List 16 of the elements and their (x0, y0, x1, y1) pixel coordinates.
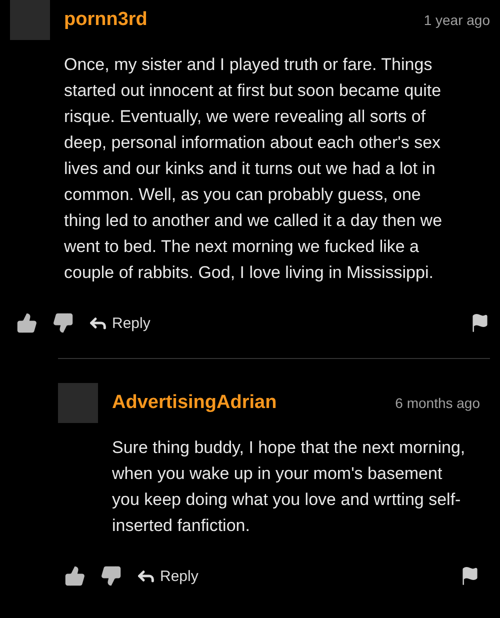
comment-text: Sure thing buddy, I hope that the next morning, when you wake up in your mom's basement you keep doing what you love and wrtting self-inserted fanfiction. (112, 437, 466, 537)
thumbs-up-icon[interactable] (16, 312, 38, 334)
flag-icon[interactable] (460, 566, 480, 586)
reply-button[interactable]: Reply (136, 566, 198, 586)
thumbs-down-icon[interactable] (100, 565, 122, 587)
flag-icon[interactable] (470, 313, 490, 333)
thumbs-down-icon[interactable] (52, 312, 74, 334)
comment-text: Once, my sister and I played truth or fare. Things started out innocent at first but soon became quite risque. Eventually, we were revealing all sorts of deep, personal information about each other's sex lives and our kinks and it turns out we had a lot in common. Well, as you can probably guess, one thing led to another and we called it a day then we went to bed. The next morning we fucked like a couple of rabbits. God, I love living in Mississippi. (64, 54, 444, 284)
avatar (10, 0, 50, 40)
username[interactable]: AdvertisingAdrian (112, 392, 382, 414)
avatar (58, 383, 98, 423)
reply-button[interactable]: Reply (88, 313, 150, 333)
username[interactable]: pornn3rd (64, 9, 410, 31)
thumbs-up-icon[interactable] (64, 565, 86, 587)
timestamp: 1 year ago (424, 12, 490, 28)
timestamp: 6 months ago (395, 395, 480, 411)
